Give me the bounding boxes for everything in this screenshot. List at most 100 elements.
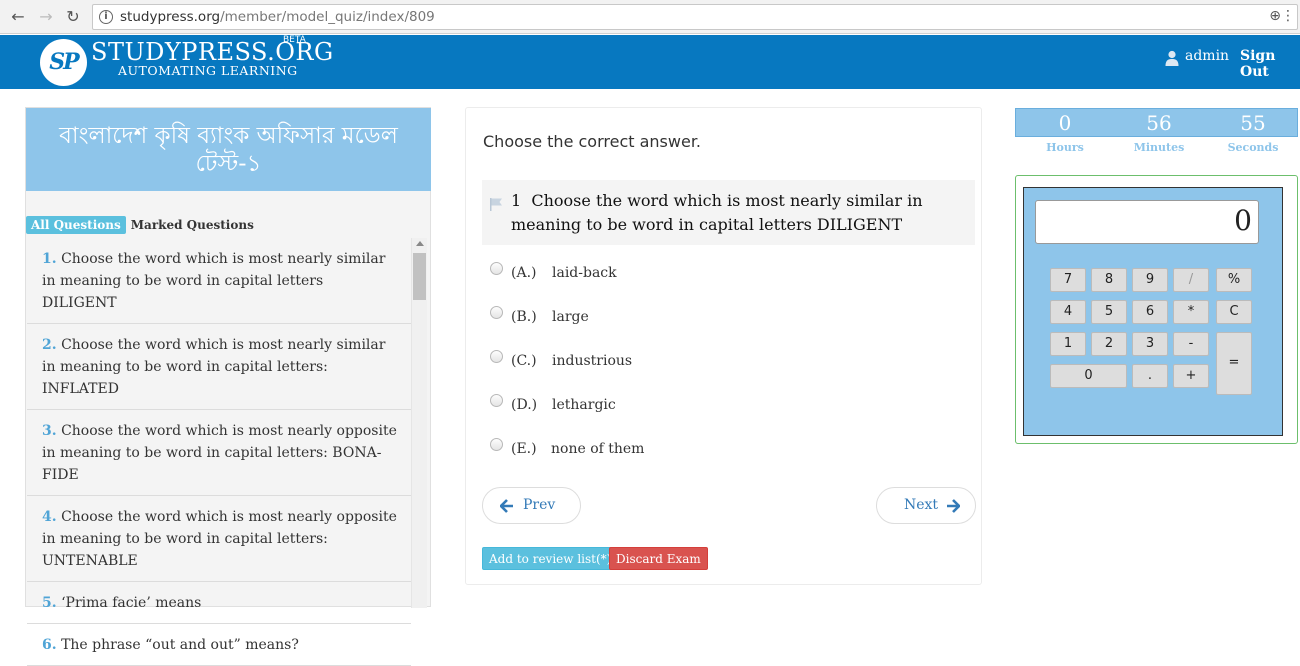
calculator: 0 7 8 9 / % 4 5 6 * C 1 2 3 - = 0 . + <box>1015 175 1298 444</box>
calc-key-4[interactable]: 4 <box>1050 300 1086 324</box>
question-list-scrollbar[interactable] <box>411 238 427 608</box>
calculator-display: 0 <box>1035 200 1259 244</box>
beta-badge: BETA <box>283 35 306 45</box>
calc-key-8[interactable]: 8 <box>1091 268 1127 292</box>
calc-key-6[interactable]: 6 <box>1132 300 1168 324</box>
option-text: industrious <box>552 353 633 369</box>
timer-hours: 0 <box>1058 111 1072 135</box>
logo-mark[interactable]: SP <box>40 39 87 86</box>
option-d-radio[interactable] <box>490 394 503 407</box>
question-text: The phrase “out and out” means? <box>61 637 299 653</box>
tab-all-questions[interactable]: All Questions <box>26 216 126 234</box>
calc-key-0[interactable]: 0 <box>1050 364 1127 388</box>
calc-key-equals[interactable]: = <box>1216 332 1252 395</box>
site-header: SP STUDYPRESS.ORG BETA AUTOMATING LEARNI… <box>0 35 1300 89</box>
scroll-up-icon[interactable] <box>416 241 424 246</box>
option-c-radio[interactable] <box>490 350 503 363</box>
option-a-radio[interactable] <box>490 262 503 275</box>
seconds-label: Seconds <box>1227 141 1279 154</box>
calc-key-3[interactable]: 3 <box>1132 332 1168 356</box>
question-number: 1 <box>511 191 522 210</box>
question-number: 1. <box>42 251 57 267</box>
calc-key-1[interactable]: 1 <box>1050 332 1086 356</box>
calc-key-2[interactable]: 2 <box>1091 332 1127 356</box>
current-question: 1 Choose the word which is most nearly s… <box>482 180 975 245</box>
back-arrow-icon[interactable]: ← <box>8 7 28 27</box>
arrow-right-icon <box>947 499 960 513</box>
user-name[interactable]: admin <box>1185 48 1229 64</box>
next-label: Next <box>904 497 939 513</box>
calc-key-minus[interactable]: - <box>1173 332 1209 356</box>
url-text: studypress.org/member/model_quiz/index/8… <box>120 9 435 25</box>
calc-key-decimal[interactable]: . <box>1132 364 1168 388</box>
calc-key-9[interactable]: 9 <box>1132 268 1168 292</box>
question-list-panel: বাংলাদেশ কৃষি ব্যাংক অফিসার মডেল টেস্ট-১… <box>25 107 431 666</box>
minutes-label: Minutes <box>1133 141 1185 154</box>
question-number: 5. <box>42 595 57 611</box>
list-item[interactable]: 5. ‘Prima facie’ means <box>27 582 411 624</box>
list-item[interactable]: 6. The phrase “out and out” means? <box>27 624 411 666</box>
calculator-body: 0 7 8 9 / % 4 5 6 * C 1 2 3 - = 0 . + <box>1023 187 1283 436</box>
question-panel: Choose the correct answer. 1 Choose the … <box>465 107 982 585</box>
question-text: Choose the word which is most nearly opp… <box>42 509 397 569</box>
countdown-timer: 0 56 55 <box>1015 108 1298 137</box>
question-number: 3. <box>42 423 57 439</box>
url-domain: studypress.org <box>120 9 221 25</box>
browser-toolbar: ← → ↻ i studypress.org/member/model_quiz… <box>0 0 1300 34</box>
question-number: 6. <box>42 637 57 653</box>
option-letter: (B.) <box>511 309 537 325</box>
forward-arrow-icon[interactable]: → <box>36 7 56 27</box>
user-icon <box>1165 50 1179 66</box>
arrow-left-icon <box>500 499 513 513</box>
option-e-radio[interactable] <box>490 438 503 451</box>
tab-marked-questions[interactable]: Marked Questions <box>126 216 259 234</box>
add-to-review-button[interactable]: Add to review list(*) <box>482 547 619 570</box>
flag-icon[interactable] <box>489 197 503 211</box>
question-number: 2. <box>42 337 57 353</box>
option-text: laid-back <box>552 265 617 281</box>
zoom-icon[interactable]: ⊕ <box>1269 8 1281 24</box>
url-path: /member/model_quiz/index/809 <box>220 9 435 25</box>
logo-tagline: AUTOMATING LEARNING <box>118 63 298 78</box>
option-text: lethargic <box>552 397 616 413</box>
list-item[interactable]: 1. Choose the word which is most nearly … <box>27 238 411 324</box>
list-item[interactable]: 4. Choose the word which is most nearly … <box>27 496 411 582</box>
list-item[interactable]: 2. Choose the word which is most nearly … <box>27 324 411 410</box>
question-text: Choose the word which is most nearly opp… <box>42 423 397 483</box>
option-text: large <box>552 309 589 325</box>
calc-key-5[interactable]: 5 <box>1091 300 1127 324</box>
reload-icon[interactable]: ↻ <box>63 7 83 27</box>
info-icon[interactable]: i <box>99 10 113 24</box>
address-bar[interactable]: i studypress.org/member/model_quiz/index… <box>92 4 1298 30</box>
exam-title: বাংলাদেশ কৃষি ব্যাংক অফিসার মডেল টেস্ট-১ <box>26 108 431 191</box>
hours-label: Hours <box>1046 141 1084 154</box>
calc-key-clear[interactable]: C <box>1216 300 1252 324</box>
calc-key-7[interactable]: 7 <box>1050 268 1086 292</box>
calc-key-divide[interactable]: / <box>1173 268 1209 292</box>
option-letter: (E.) <box>511 441 537 457</box>
timer-seconds: 55 <box>1240 111 1266 135</box>
discard-exam-button[interactable]: Discard Exam <box>609 547 708 570</box>
calc-key-multiply[interactable]: * <box>1173 300 1209 324</box>
question-text: Choose the word which is most nearly sim… <box>42 337 386 397</box>
list-item[interactable]: 3. Choose the word which is most nearly … <box>27 410 411 496</box>
scroll-thumb[interactable] <box>413 253 426 300</box>
calc-key-percent[interactable]: % <box>1216 268 1252 292</box>
question-number: 4. <box>42 509 57 525</box>
question-text: ‘Prima facie’ means <box>61 595 202 611</box>
question-tabs: All Questions Marked Questions <box>26 216 259 236</box>
next-button[interactable]: Next <box>876 487 976 524</box>
prev-label: Prev <box>523 497 556 513</box>
calc-key-plus[interactable]: + <box>1173 364 1209 388</box>
instruction-text: Choose the correct answer. <box>483 132 702 151</box>
prev-button[interactable]: Prev <box>482 487 581 524</box>
sign-out-link[interactable]: Sign Out <box>1240 48 1300 80</box>
option-letter: (D.) <box>511 397 538 413</box>
menu-icon[interactable]: ⋮ <box>1281 8 1295 24</box>
option-letter: (C.) <box>511 353 537 369</box>
timer-minutes: 56 <box>1146 111 1172 135</box>
option-text: none of them <box>551 441 645 457</box>
option-b-radio[interactable] <box>490 306 503 319</box>
question-text: Choose the word which is most nearly sim… <box>42 251 386 311</box>
question-text: Choose the word which is most nearly sim… <box>511 191 923 234</box>
